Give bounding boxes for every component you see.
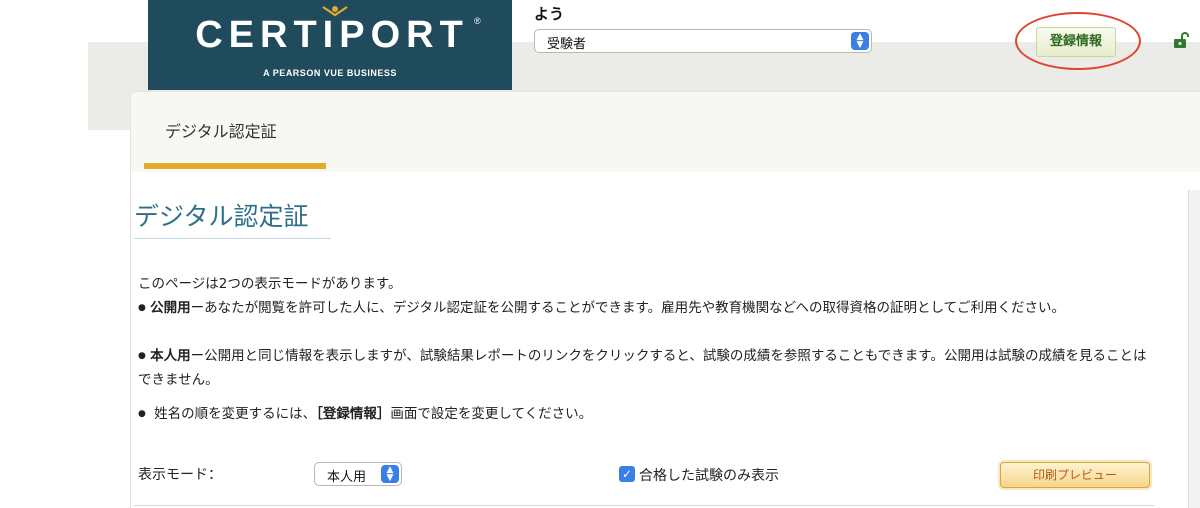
bullet-public-text: ーあなたが閲覧を許可した人に、デジタル認定証を公開することができます。雇用先や教… (190, 300, 1066, 316)
bullet-icon: ● (138, 351, 146, 361)
page-title: デジタル認定証 (134, 202, 309, 231)
bullet-personal: ● 本人用ー公開用と同じ情報を表示しますが、試験結果レポートのリンクをクリックす… (138, 344, 1153, 392)
bullet-public: ● 公開用ーあなたが閲覧を許可した人に、デジタル認定証を公開することができます。… (138, 296, 1153, 320)
print-preview-button[interactable]: 印刷プレビュー (1000, 462, 1150, 488)
passed-only-checkbox[interactable]: ✓ (619, 466, 635, 482)
tab-digital-certificate[interactable]: デジタル認定証 (165, 118, 277, 142)
title-divider (134, 238, 331, 239)
bullet-icon: ● (138, 303, 146, 313)
bullet-personal-text: ー公開用と同じ情報を表示しますが、試験結果レポートのリンクをクリックすると、試験… (138, 348, 1147, 388)
role-select[interactable]: 受験者 ▲ ▼ (534, 29, 872, 53)
passed-only-label[interactable]: 合格した試験のみ表示 (639, 465, 779, 485)
tab-active-indicator (144, 163, 326, 169)
display-mode-value: 本人用 (327, 470, 367, 485)
logo-figure-icon (322, 6, 348, 17)
select-updown-icon: ▲ ▼ (381, 465, 399, 483)
bullet-personal-title: 本人用 (150, 348, 191, 364)
scrollbar[interactable] (1188, 190, 1200, 508)
display-mode-label: 表示モード： (138, 467, 222, 483)
registration-info-button[interactable]: 登録情報 (1036, 27, 1116, 57)
role-select-value: 受験者 (547, 37, 587, 52)
tab-bar: デジタル認定証 (131, 92, 1200, 172)
display-mode-select[interactable]: 本人用 ▲ ▼ (314, 462, 402, 486)
logo-subtitle: A PEARSON VUE BUSINESS (263, 68, 397, 78)
bullet-icon: ● (138, 409, 146, 419)
bullet-name-order: ● 姓名の順を変更するには、［登録情報］画面で設定を変更してください。 (138, 402, 1153, 426)
logo-registered-mark: ® (474, 16, 481, 26)
welcome-text: よう (534, 5, 565, 23)
select-updown-icon: ▲ ▼ (851, 32, 869, 50)
unlock-icon[interactable] (1173, 32, 1189, 48)
intro-text: このページは2つの表示モードがあります。 (138, 276, 402, 292)
certiport-logo[interactable]: CERTIPORT ® A PEARSON VUE BUSINESS (148, 0, 512, 90)
bullet-name-order-text: 姓名の順を変更するには、 (154, 406, 317, 422)
bullet-name-order-text-end: 画面で設定を変更してください。 (390, 406, 593, 422)
bullet-public-title: 公開用 (150, 300, 191, 316)
registration-info-link-text: ［登録情報］ (316, 406, 391, 422)
bottom-divider (134, 505, 1154, 506)
